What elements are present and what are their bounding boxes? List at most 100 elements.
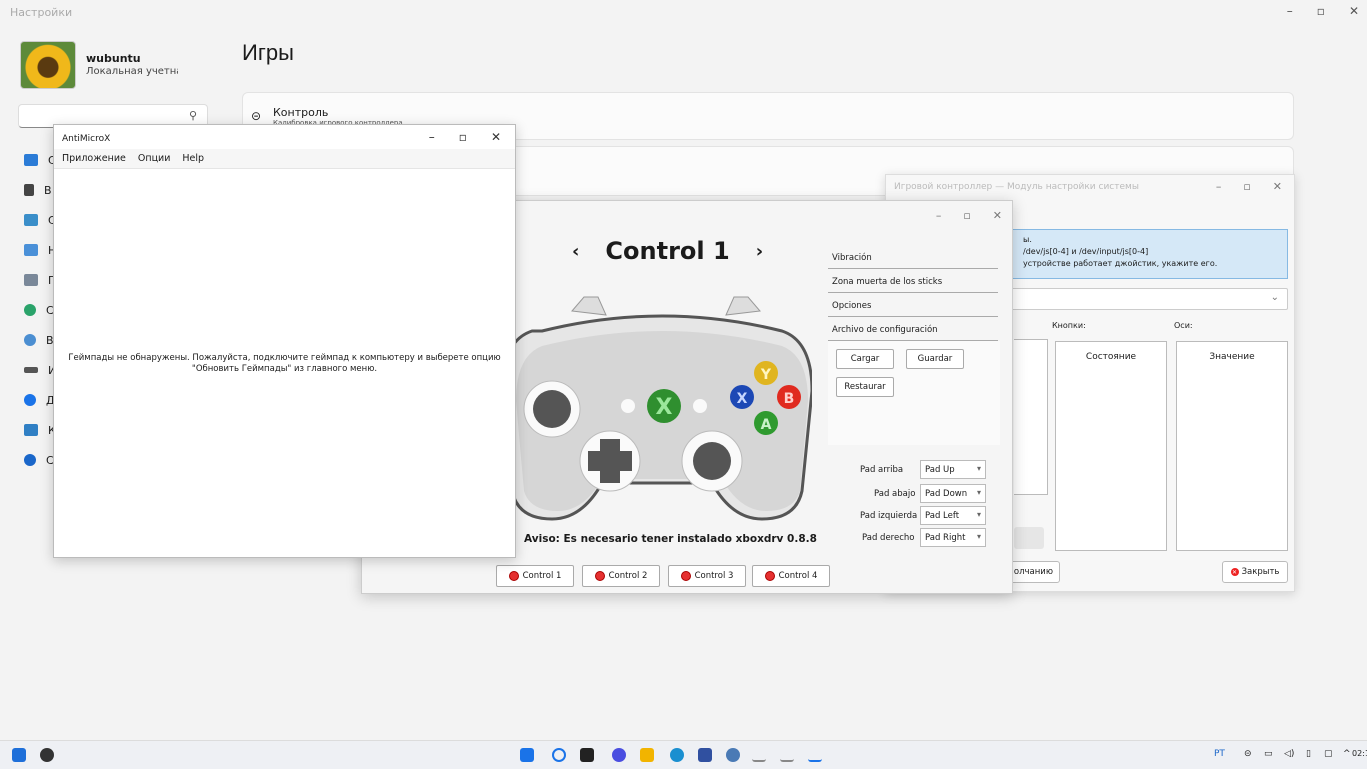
personalization-icon (24, 244, 38, 256)
shield-icon (24, 424, 38, 436)
maximize-icon[interactable]: ▫ (459, 130, 467, 144)
next-controller-button[interactable]: › (756, 241, 763, 262)
close-icon[interactable]: ✕ (993, 209, 1002, 222)
gamepad-tray-icon[interactable]: ⊝ (1244, 749, 1252, 759)
settings-titlebar: Настройки – ▫ ✕ (0, 0, 1367, 26)
language-indicator[interactable]: PT (1214, 749, 1225, 759)
search-icon: ⚲ (188, 109, 197, 122)
controller-heading-row: ‹ Control 1 › (572, 237, 763, 265)
no-gamepad-message: Геймпады не обнаружены. Пожалуйста, подк… (68, 353, 501, 374)
load-button[interactable]: Cargar (836, 349, 894, 369)
config-file-panel: Cargar Guardar Restaurar (828, 341, 1000, 445)
network-icon (24, 214, 38, 226)
controller-title: Control 1 (605, 237, 730, 265)
menu-deadzone[interactable]: Zona muerta de los sticks (828, 271, 998, 293)
maximize-icon[interactable]: ▫ (1243, 180, 1250, 193)
value-header: Значение (1209, 352, 1255, 362)
state-column: Состояние (1055, 341, 1167, 551)
gamepad-illustration: X Y X B A (512, 296, 812, 521)
search-icon[interactable] (552, 748, 566, 762)
tab-control-2[interactable]: Control 2 (582, 565, 660, 587)
axes-label: Оси: (1174, 321, 1193, 330)
avatar[interactable] (20, 41, 76, 89)
pad-up-select[interactable]: Pad Up (920, 460, 986, 479)
window-title: AntiMicroX (62, 134, 111, 144)
close-icon[interactable]: ✕ (491, 130, 501, 144)
bluetooth-icon (24, 184, 34, 196)
file-explorer-icon[interactable] (640, 748, 654, 762)
prev-controller-button[interactable]: ‹ (572, 241, 579, 262)
menu-bar: Приложение Опции Help (54, 149, 515, 169)
status-dot-icon (680, 571, 691, 581)
axes-visual-panel (1014, 339, 1048, 495)
clock[interactable]: 02:19 (1352, 749, 1367, 758)
close-icon[interactable]: ✕ (1273, 180, 1282, 193)
pad-down-label: Pad abajo (874, 489, 916, 499)
maximize-icon[interactable]: ▫ (963, 209, 970, 222)
globe-icon (24, 334, 36, 346)
start-icon[interactable] (520, 748, 534, 762)
minimize-icon[interactable]: – (1287, 4, 1293, 18)
buttons-label: Кнопки: (1052, 321, 1086, 330)
svg-text:X: X (737, 391, 748, 407)
menu-application[interactable]: Приложение (62, 153, 126, 168)
pad-up-label: Pad arriba (860, 465, 904, 475)
warning-text: Aviso: Es necesario tener instalado xbox… (524, 533, 817, 545)
gamepad-icon[interactable] (752, 748, 766, 762)
gamepad-app-icon[interactable] (808, 748, 822, 762)
task-view-icon[interactable] (580, 748, 594, 762)
minimize-icon[interactable]: – (429, 130, 435, 144)
value-column: Значение (1176, 341, 1288, 551)
notification-icon[interactable]: ▢ (1324, 749, 1333, 759)
tab-control-1[interactable]: Control 1 (496, 565, 574, 587)
menu-vibration[interactable]: Vibración (828, 247, 998, 269)
close-icon: ✕ (1230, 568, 1239, 576)
maximize-icon[interactable]: ▫ (1317, 4, 1325, 18)
menu-options[interactable]: Опции (138, 153, 171, 168)
svg-text:B: B (784, 391, 795, 407)
card-title: Контроль (273, 106, 329, 119)
menu-help[interactable]: Help (182, 153, 204, 168)
user-account-type: Локальная учетная з (86, 66, 178, 77)
volume-icon[interactable]: ◁) (1284, 749, 1294, 759)
svg-text:X: X (656, 395, 673, 420)
settings-gear-icon[interactable] (726, 748, 740, 762)
cloud-icon[interactable] (40, 748, 54, 762)
accounts-icon (24, 304, 36, 316)
pad-down-select[interactable]: Pad Down (920, 484, 986, 503)
status-dot-icon (764, 571, 775, 581)
menu-options[interactable]: Opciones (828, 295, 998, 317)
network-icon[interactable]: ▭ (1264, 749, 1273, 759)
pad-left-select[interactable]: Pad Left (920, 506, 986, 525)
pad-left-label: Pad izquierda (860, 511, 918, 521)
svg-text:A: A (761, 417, 772, 433)
store-icon[interactable] (698, 748, 712, 762)
taskbar: PT ⊝ ▭ ◁) ▯ ▢ ^ 02:19 (0, 740, 1367, 769)
save-button[interactable]: Guardar (906, 349, 964, 369)
tab-control-4[interactable]: Control 4 (752, 565, 830, 587)
window-title: Игровой контроллер — Модуль настройки си… (894, 182, 1139, 192)
chat-icon[interactable] (612, 748, 626, 762)
battery-icon[interactable]: ▯ (1306, 749, 1311, 759)
update-icon (24, 454, 36, 466)
page-title: Игры (242, 40, 294, 65)
close-icon[interactable]: ✕ (1349, 4, 1359, 18)
edge-icon[interactable] (670, 748, 684, 762)
minimize-icon[interactable]: – (1216, 180, 1222, 193)
antimicrox-window: AntiMicroX – ▫ ✕ Приложение Опции Help Г… (53, 124, 516, 558)
pad-right-select[interactable]: Pad Right (920, 528, 986, 547)
menu-config-file[interactable]: Archivo de configuración (828, 319, 998, 341)
status-dot-icon (508, 571, 519, 581)
tab-control-3[interactable]: Control 3 (668, 565, 746, 587)
test-button[interactable] (1014, 527, 1044, 549)
system-icon (24, 154, 38, 166)
gamepad-icon: ⊝ (251, 109, 262, 123)
close-button[interactable]: ✕ Закрыть (1222, 561, 1288, 583)
chevron-up-icon[interactable]: ^ (1343, 749, 1351, 759)
joystick-icon[interactable] (780, 748, 794, 762)
restore-button[interactable]: Restaurar (836, 377, 894, 397)
minimize-icon[interactable]: – (936, 209, 942, 222)
accessibility-icon (24, 394, 36, 406)
widgets-icon[interactable] (12, 748, 26, 762)
user-name: wubuntu (86, 52, 141, 65)
